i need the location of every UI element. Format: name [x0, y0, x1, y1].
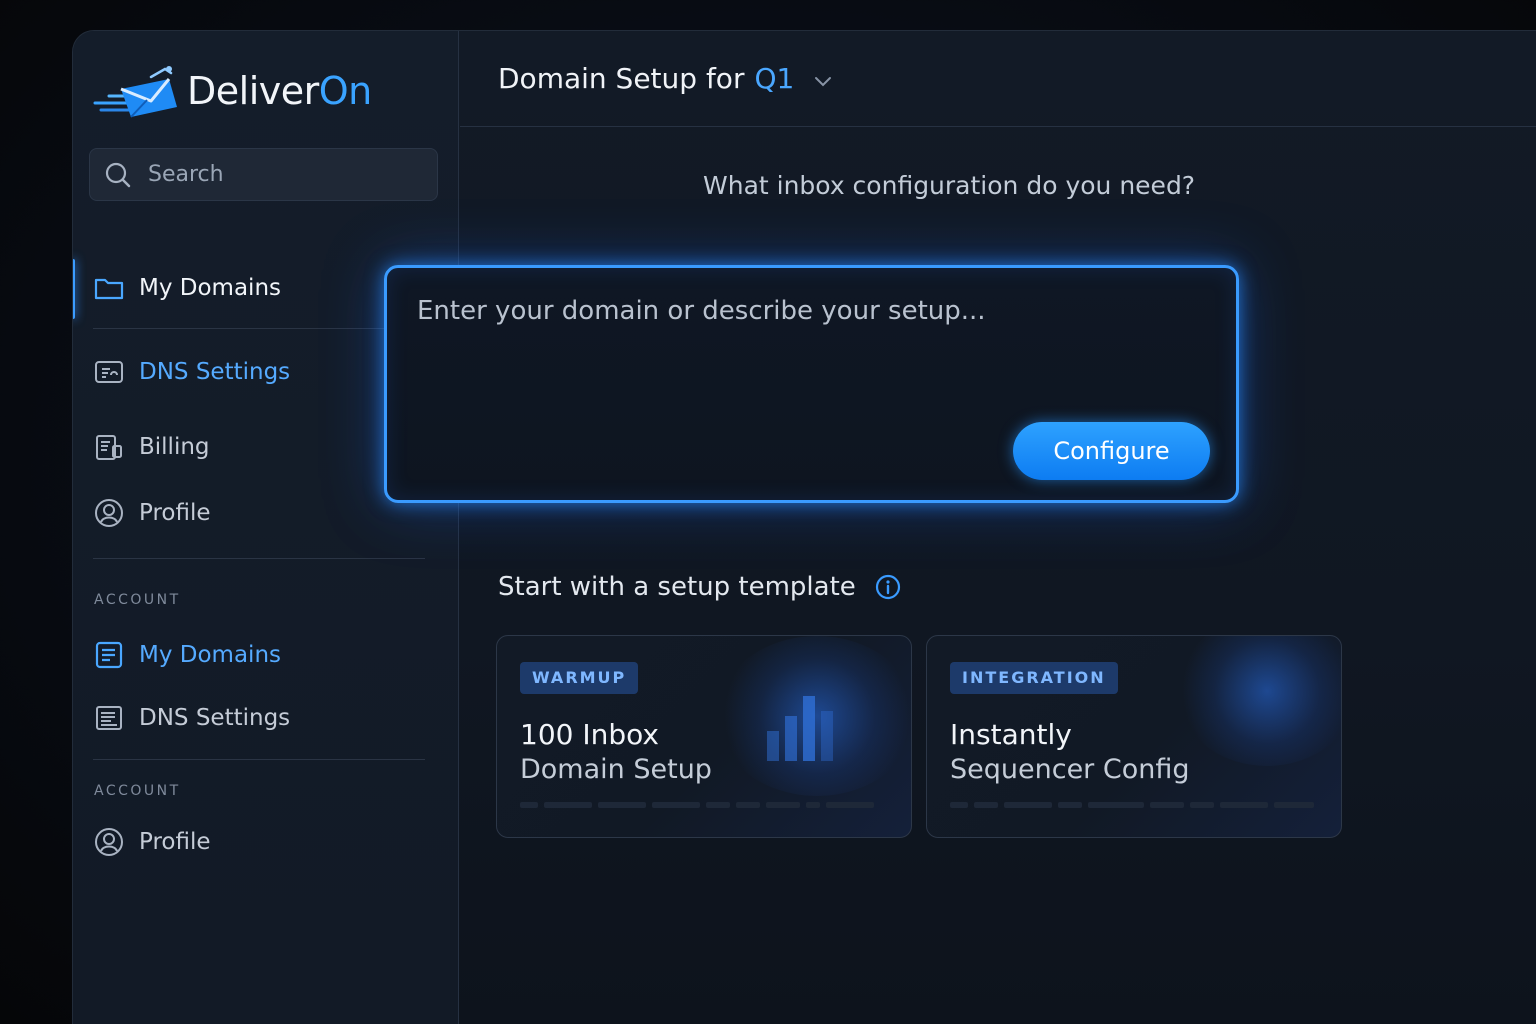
sidebar-item-label: Profile: [139, 500, 211, 526]
domain-input[interactable]: [417, 296, 1197, 396]
project-selector[interactable]: Q1: [754, 62, 794, 95]
billing-icon: [96, 435, 122, 460]
template-subtitle: Domain Setup: [520, 754, 712, 785]
sidebar-item-account-dns-settings[interactable]: DNS Settings: [93, 702, 290, 734]
section-label-account: ACCOUNT: [94, 592, 181, 608]
sidebar-item-account-my-domains[interactable]: My Domains: [93, 639, 281, 671]
prompt-box: Configure: [384, 265, 1239, 503]
user-circle-icon: [95, 499, 123, 527]
dns-icon: [95, 361, 123, 383]
template-progress-dots: [520, 802, 874, 808]
sidebar-item-label: My Domains: [139, 642, 281, 668]
prompt-question: What inbox configuration do you need?: [703, 171, 1196, 200]
search-box[interactable]: [89, 148, 438, 201]
envelope-logo-icon: [93, 66, 177, 118]
active-indicator: [73, 259, 75, 319]
card-glow: [1177, 636, 1341, 766]
configure-button[interactable]: Configure: [1013, 422, 1210, 480]
sidebar-item-profile[interactable]: Profile: [93, 497, 211, 529]
template-badge: INTEGRATION: [950, 662, 1118, 694]
document-icon: [95, 641, 123, 669]
sidebar-item-dns-settings[interactable]: DNS Settings: [93, 356, 290, 388]
search-icon: [105, 162, 131, 187]
sidebar: DeliverOn My Domains DNS Settings: [73, 31, 459, 1024]
template-card-integration[interactable]: INTEGRATION Instantly Sequencer Config: [926, 635, 1342, 838]
divider: [93, 558, 425, 559]
templates-heading: Start with a setup template: [498, 572, 902, 602]
sidebar-item-label: Profile: [139, 829, 211, 855]
sidebar-item-label: DNS Settings: [139, 705, 291, 731]
divider: [93, 759, 425, 760]
sidebar-item-label: My Domains: [139, 275, 281, 301]
search-input[interactable]: [148, 162, 428, 187]
sidebar-item-label: Billing: [139, 434, 210, 460]
template-title: 100 Inbox: [520, 718, 659, 751]
user-circle-icon: [95, 828, 123, 856]
sidebar-item-my-domains[interactable]: My Domains: [93, 272, 281, 304]
app-window: DeliverOn My Domains DNS Settings: [72, 30, 1536, 1024]
folder-icon: [94, 278, 124, 300]
dns-list-icon: [96, 706, 122, 730]
template-title: Instantly: [950, 718, 1072, 751]
sidebar-item-billing[interactable]: Billing: [93, 431, 210, 463]
section-label-account: ACCOUNT: [94, 783, 181, 799]
template-card-warmup[interactable]: WARMUP 100 Inbox Domain Setup: [496, 635, 912, 838]
template-badge: WARMUP: [520, 662, 639, 694]
brand-logo[interactable]: DeliverOn: [91, 61, 372, 121]
template-progress-dots: [950, 802, 1314, 808]
page-title: Domain Setup for Q1: [498, 62, 795, 95]
sidebar-item-label: DNS Settings: [139, 359, 291, 385]
page-header: Domain Setup for Q1: [460, 31, 1536, 127]
template-subtitle: Sequencer Config: [950, 754, 1190, 785]
chevron-down-icon[interactable]: [812, 70, 834, 92]
sidebar-item-account-profile[interactable]: Profile: [93, 826, 211, 858]
info-icon[interactable]: [874, 573, 902, 601]
brand-name: DeliverOn: [187, 69, 372, 113]
divider: [93, 328, 425, 329]
bar-graphic-icon: [767, 696, 833, 761]
